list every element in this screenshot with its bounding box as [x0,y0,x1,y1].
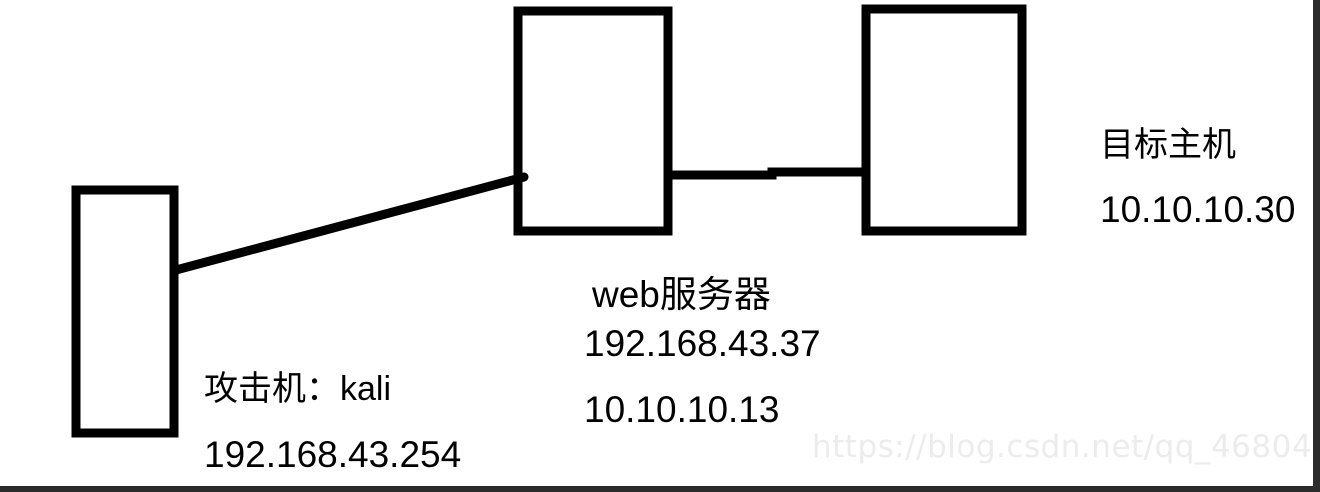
watermark-text: https://blog.csdn.net/qq_46804551 [812,429,1313,465]
web-server-ip-external: 192.168.43.37 [584,323,821,364]
attacker-host-name: 攻击机：kali [204,370,392,408]
attacker-host-box [71,185,179,438]
web-server-box [513,6,673,236]
webserver-target-link [670,167,864,180]
diagram-canvas: web服务器 192.168.43.37 10.10.10.13 目标主机 10… [0,0,1313,486]
target-host-name: 目标主机 [1100,126,1236,164]
image-frame: web服务器 192.168.43.37 10.10.10.13 目标主机 10… [0,0,1320,492]
web-server-name: web服务器 [592,274,771,315]
target-host-box [861,4,1027,236]
attacker-webserver-link [171,172,529,275]
attacker-host-ip: 192.168.43.254 [204,434,462,475]
web-server-ip-internal: 10.10.10.13 [584,389,780,430]
target-host-ip: 10.10.10.30 [1100,189,1296,230]
